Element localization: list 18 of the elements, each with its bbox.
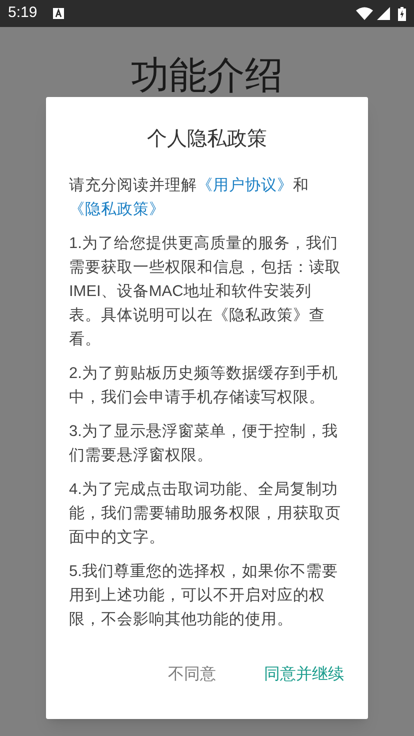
signal-icon: [377, 7, 390, 20]
disagree-button[interactable]: 不同意: [164, 659, 220, 691]
agree-button[interactable]: 同意并继续: [260, 659, 348, 691]
notification-icon: [53, 8, 64, 19]
policy-link[interactable]: 《用户协议》: [197, 177, 293, 194]
policy-paragraph: 4.为了完成点击取词功能、全局复制功能，我们需要辅助服务权限，用获取页面中的文字。: [69, 480, 342, 548]
page-title: 功能介绍: [131, 57, 283, 95]
intro-text: 请充分阅读并理解: [69, 177, 197, 194]
policy-paragraph: 5.我们尊重您的选择权，如果你不需要用到上述功能，可以不开启对应的权限，不会影响其他功能的使用。: [69, 562, 339, 630]
wifi-icon: [356, 7, 373, 20]
policy-paragraph: 2.为了剪贴板历史频等数据缓存到手机中，我们会申请手机存储读写权限。: [69, 364, 339, 408]
policy-paragraph: 3.为了显示悬浮窗菜单，便于控制，我们需要悬浮窗权限。: [69, 422, 339, 466]
policy-link[interactable]: 《隐私政策》: [69, 201, 165, 218]
policy-paragraph: 1.为了给您提供更高质量的服务，我们需要获取一些权限和信息，包括：读取IMEI、设备MAC地址和软件安装列表。具体说明可以在《隐私政策》查看。: [69, 234, 342, 350]
dialog-title: 个人隐私政策: [147, 127, 267, 152]
intro-text: 和: [293, 177, 309, 194]
status-time: 5:19: [8, 3, 38, 24]
battery-icon: [398, 6, 406, 20]
